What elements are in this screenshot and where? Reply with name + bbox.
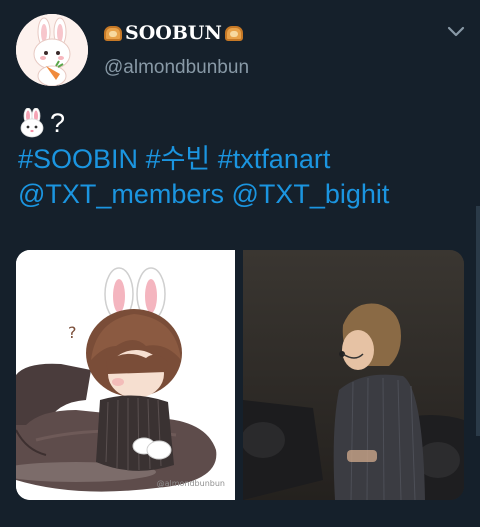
singer-photo-image — [243, 250, 464, 500]
hashtag-korean[interactable]: #수빈 — [146, 144, 211, 174]
hashtag-txtfanart[interactable]: #txtfanart — [218, 144, 331, 174]
hashtag-line: #SOOBIN #수빈 #txtfanart — [18, 142, 389, 177]
bunny-avatar-icon — [16, 14, 88, 86]
tweet-first-line: ? — [18, 104, 389, 142]
image-watermark: @almondbunbun — [156, 479, 225, 488]
display-name-row[interactable]: SOOBUN — [104, 20, 249, 46]
tweet-text: ? #SOOBIN #수빈 #txtfanart @TXT_members @T… — [18, 104, 389, 212]
chevron-down-icon[interactable] — [446, 24, 466, 38]
rabbit-face-emoji-icon — [20, 108, 44, 138]
bread-icon — [104, 25, 122, 41]
media-image-left[interactable]: ? @almondbunbun — [16, 250, 235, 500]
mention-txt-bighit[interactable]: @TXT_bighit — [231, 179, 389, 209]
hashtag-soobin[interactable]: #SOOBIN — [18, 144, 138, 174]
tweet-card: SOOBUN @almondbunbun ? #SOOBIN #수빈 #txtf — [0, 0, 480, 527]
user-header: SOOBUN @almondbunbun — [104, 20, 249, 80]
svg-text:?: ? — [68, 323, 77, 342]
media-grid: ? @almondbunbun — [16, 250, 464, 500]
mention-line: @TXT_members @TXT_bighit — [18, 177, 389, 212]
bread-icon — [224, 25, 243, 41]
display-name: SOOBUN — [125, 22, 222, 44]
avatar[interactable] — [16, 14, 88, 86]
chibi-illustration-image: ? — [16, 250, 235, 500]
mention-txt-members[interactable]: @TXT_members — [18, 179, 224, 209]
tweet-question-mark: ? — [50, 107, 66, 138]
user-handle[interactable]: @almondbunbun — [104, 56, 249, 80]
scrollbar[interactable] — [476, 206, 480, 436]
media-image-right[interactable] — [243, 250, 464, 500]
